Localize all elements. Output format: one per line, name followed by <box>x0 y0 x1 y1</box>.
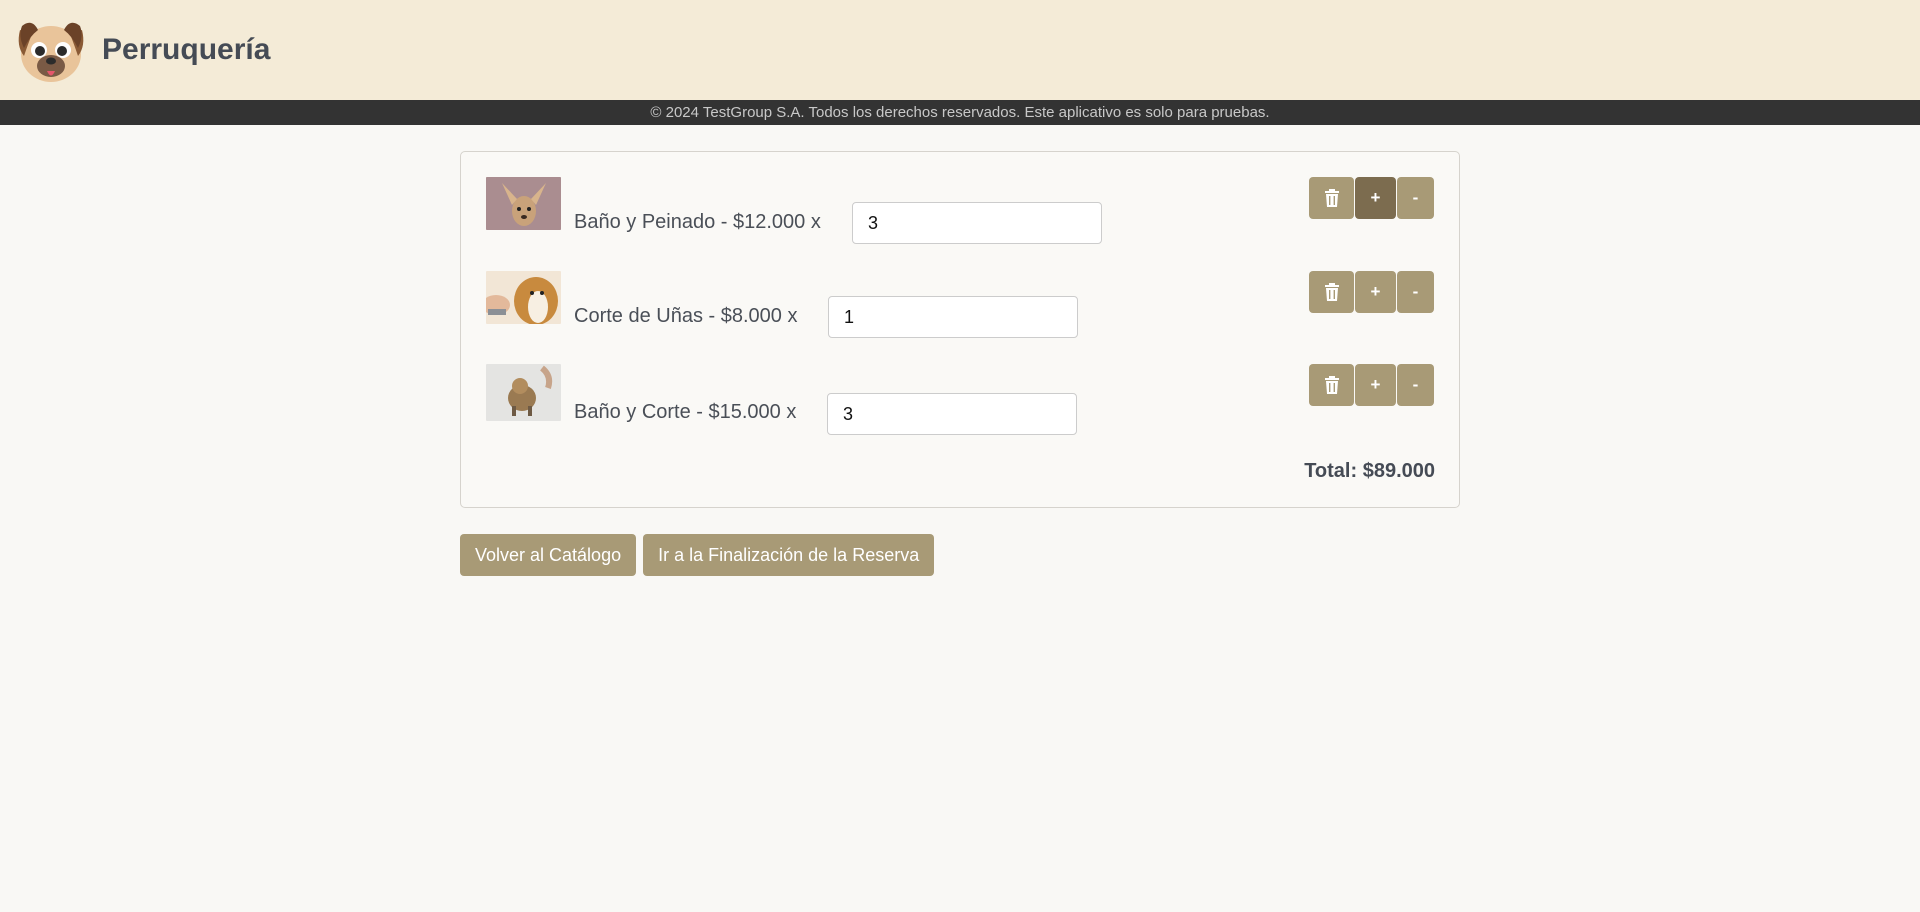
decrease-quantity-button[interactable]: - <box>1397 177 1434 219</box>
brand-title: Perruquería <box>102 33 271 66</box>
pug-logo-icon <box>18 22 84 82</box>
item-actions: + - <box>1309 364 1434 406</box>
delete-item-button[interactable] <box>1309 364 1354 406</box>
copyright-bar: © 2024 TestGroup S.A. Todos los derechos… <box>0 100 1920 125</box>
item-actions: + - <box>1309 271 1434 313</box>
item-label: Baño y Peinado - $12.000 x <box>574 211 821 233</box>
yorkie-grooming-photo <box>486 364 561 421</box>
cart-navigation: Volver al Catálogo Ir a la Finalización … <box>460 534 935 576</box>
item-label: Corte de Uñas - $8.000 x <box>574 305 798 327</box>
copyright-text: © 2024 TestGroup S.A. Todos los derechos… <box>650 104 1270 121</box>
cart-total: Total: $89.000 <box>1304 460 1435 482</box>
chihuahua-photo <box>486 177 561 230</box>
cart-panel: Baño y Peinado - $12.000 x + - <box>460 151 1460 508</box>
increase-quantity-button[interactable]: + <box>1355 271 1396 313</box>
increase-quantity-button[interactable]: + <box>1355 177 1396 219</box>
cart-item: Baño y Peinado - $12.000 x + - <box>486 177 1434 257</box>
decrease-quantity-button[interactable]: - <box>1397 364 1434 406</box>
decrease-quantity-button[interactable]: - <box>1397 271 1434 313</box>
header: Perruquería <box>0 0 1920 100</box>
quantity-input[interactable] <box>852 202 1102 244</box>
quantity-input[interactable] <box>827 393 1077 435</box>
increase-quantity-button[interactable]: + <box>1355 364 1396 406</box>
quantity-input[interactable] <box>828 296 1078 338</box>
trash-icon <box>1324 376 1339 394</box>
cart-item: Corte de Uñas - $8.000 x + - <box>486 271 1434 351</box>
item-actions: + - <box>1309 177 1434 219</box>
trash-icon <box>1324 283 1339 301</box>
trash-icon <box>1324 189 1339 207</box>
checkout-button[interactable]: Ir a la Finalización de la Reserva <box>643 534 935 576</box>
delete-item-button[interactable] <box>1309 271 1354 313</box>
back-to-catalog-button[interactable]: Volver al Catálogo <box>460 534 637 576</box>
collie-nail-trim-photo <box>486 271 561 324</box>
cart-item: Baño y Corte - $15.000 x + - <box>486 364 1434 444</box>
delete-item-button[interactable] <box>1309 177 1354 219</box>
item-label: Baño y Corte - $15.000 x <box>574 401 797 423</box>
